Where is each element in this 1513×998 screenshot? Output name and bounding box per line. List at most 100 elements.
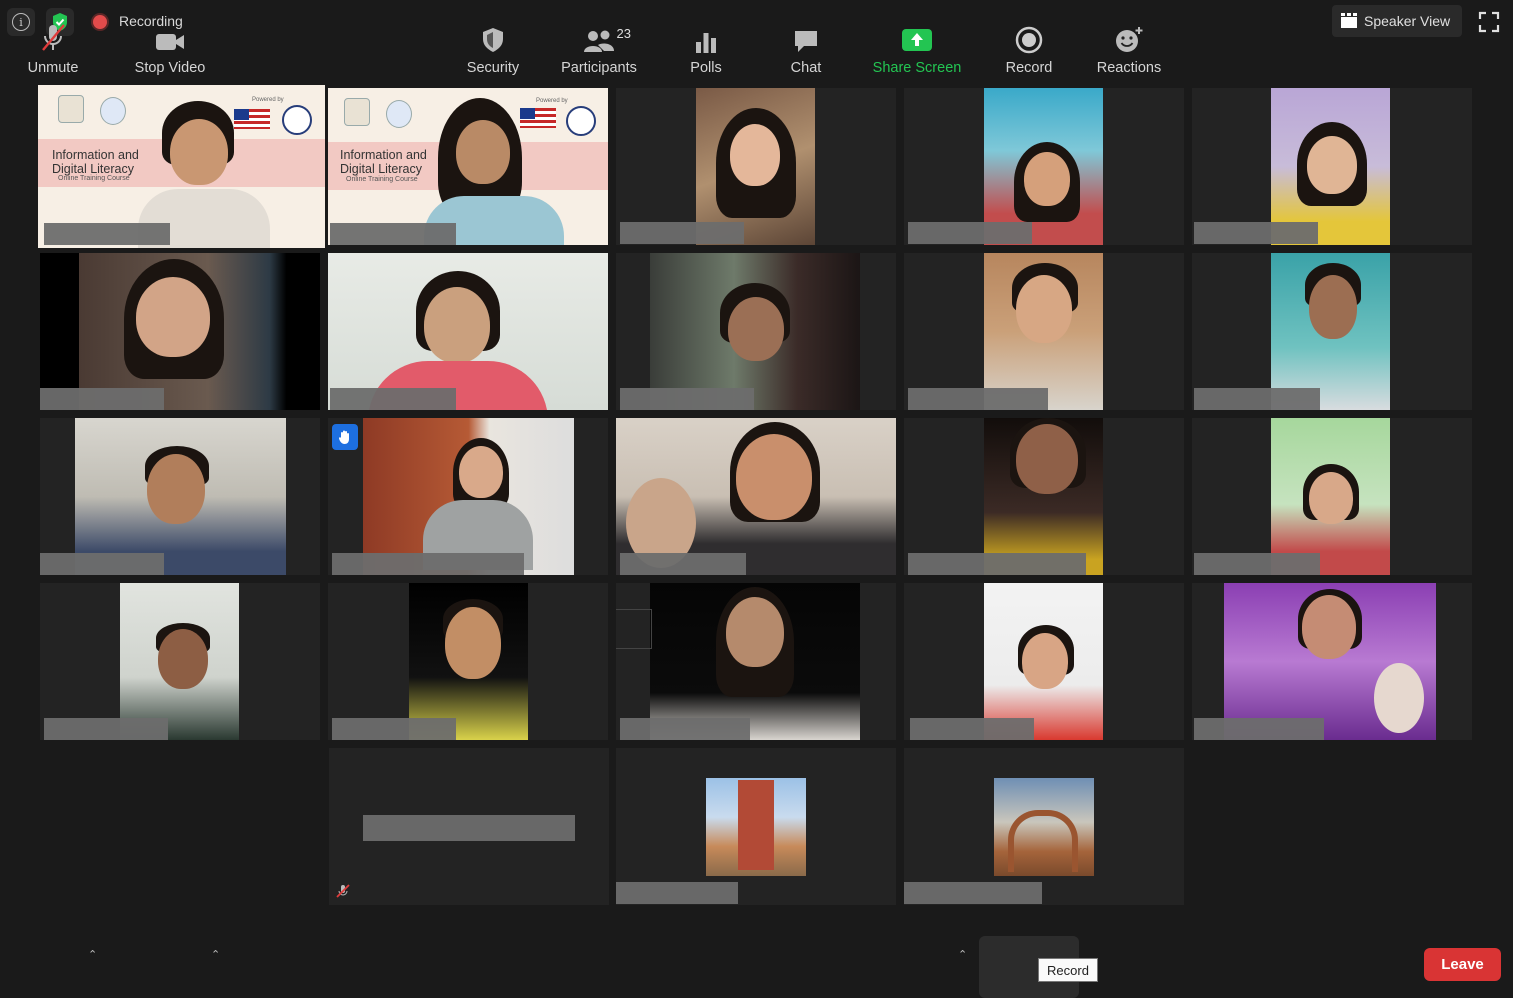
participants-count-badge: 23 [616, 26, 631, 41]
stop-video-label: Stop Video [134, 60, 206, 76]
video-tile-participant[interactable] [904, 88, 1184, 245]
participant-name-plate [1194, 388, 1320, 410]
participants-label: Participants [561, 60, 637, 76]
video-tile-participant[interactable] [616, 418, 896, 575]
self-view-placeholder [616, 609, 652, 649]
globe-logo-icon [386, 100, 412, 128]
participant-video [984, 253, 1103, 410]
participant-video [328, 253, 608, 410]
video-tile-participant[interactable] [616, 583, 896, 740]
participant-name-plate [910, 718, 1034, 740]
participant-video [650, 583, 860, 740]
participant-name-plate [1194, 222, 1318, 244]
presentation-banner: Powered by Information and Digital Liter… [328, 88, 608, 245]
video-tile-participant[interactable] [1192, 253, 1472, 410]
participant-video [120, 583, 239, 740]
profile-picture [994, 778, 1094, 876]
video-tile-participant[interactable] [40, 583, 320, 740]
banner-title: Information and Digital Literacy [52, 148, 139, 176]
share-screen-button[interactable]: Share Screen [868, 0, 966, 78]
video-tile-participant[interactable] [904, 253, 1184, 410]
participant-video [75, 418, 286, 575]
raised-hand-icon [338, 430, 349, 444]
video-tile-participant[interactable] [40, 418, 320, 575]
reactions-smiley-icon [1116, 27, 1143, 52]
us-flag-icon [234, 109, 270, 129]
participant-name-plate [620, 388, 754, 410]
meeting-toolbar [0, 920, 1513, 998]
participants-button[interactable]: 23 Participants [556, 0, 642, 78]
top-bar: i Recording Speaker View [0, 0, 1513, 44]
polls-button[interactable]: Polls [680, 0, 732, 78]
video-tile-participant[interactable] [904, 583, 1184, 740]
mic-muted-icon [336, 884, 350, 898]
participant-video [40, 253, 320, 410]
video-tile-participant[interactable] [1192, 583, 1472, 740]
participant-name-plate [908, 388, 1048, 410]
video-tile-participant-photo[interactable] [616, 748, 896, 905]
audio-options-caret[interactable]: ⌃ [88, 948, 97, 961]
participant-name-plate [908, 222, 1032, 244]
video-tile-participant[interactable] [328, 418, 608, 575]
powered-by-label: Powered by [252, 97, 284, 103]
participants-icon [584, 30, 614, 52]
video-tile-participant[interactable] [40, 253, 320, 410]
participant-name-plate [620, 222, 744, 244]
participant-video [616, 418, 896, 575]
participant-video [650, 253, 860, 410]
powered-by-label: Powered by [536, 98, 568, 104]
participant-name-plate [330, 223, 456, 245]
video-tile-participant[interactable] [1192, 418, 1472, 575]
video-tile-participant[interactable] [328, 583, 608, 740]
video-tile-participant[interactable] [616, 253, 896, 410]
share-options-caret[interactable]: ⌃ [958, 948, 967, 961]
video-tile-participant[interactable] [1192, 88, 1472, 245]
participant-video [984, 418, 1103, 575]
reactions-label: Reactions [1096, 60, 1162, 76]
speaker-view-label: Speaker View [1364, 13, 1451, 29]
security-button[interactable]: Security [462, 0, 524, 78]
video-tile-presenter-2[interactable]: Powered by Information and Digital Liter… [328, 88, 608, 245]
video-tile-presenter-1[interactable]: Powered by Information and Digital Liter… [38, 85, 325, 248]
participant-video [1271, 253, 1390, 410]
participant-video [984, 583, 1103, 740]
chat-button[interactable]: Chat [780, 0, 832, 78]
video-options-caret[interactable]: ⌃ [211, 948, 220, 961]
chat-bubble-icon [795, 31, 817, 52]
mic-muted-icon [42, 24, 65, 51]
participant-video [409, 583, 528, 740]
speaker-view-button[interactable]: Speaker View [1332, 5, 1462, 37]
record-button[interactable]: Record [1000, 0, 1058, 78]
video-tile-participant-photo[interactable] [904, 748, 1184, 905]
record-label: Record [1005, 60, 1053, 76]
video-camera-icon [156, 34, 184, 50]
banner-subtitle: Online Training Course [58, 175, 130, 182]
share-screen-arrow-icon [902, 29, 932, 51]
unmute-button[interactable]: Unmute [22, 0, 84, 78]
state-dept-seal-icon [566, 106, 596, 136]
profile-picture [706, 778, 806, 876]
fullscreen-icon[interactable] [1478, 11, 1500, 33]
video-tile-participant-no-video[interactable] [329, 748, 609, 905]
participant-video [363, 418, 574, 575]
participant-name-plate [40, 553, 164, 575]
participant-name-plate [620, 553, 746, 575]
banner-subtitle: Online Training Course [346, 176, 418, 183]
video-tile-participant[interactable] [904, 418, 1184, 575]
participant-video [1224, 583, 1436, 740]
participant-name-plate [330, 388, 456, 410]
participant-face [170, 119, 228, 185]
participant-video [1271, 418, 1390, 575]
participant-name-plate [620, 718, 750, 740]
leave-meeting-button[interactable]: Leave [1424, 948, 1501, 981]
participant-name-plate [1194, 718, 1324, 740]
video-tile-participant[interactable] [616, 88, 896, 245]
reactions-button[interactable]: Reactions [1094, 0, 1164, 78]
security-label: Security [466, 60, 520, 76]
stop-video-button[interactable]: Stop Video [128, 0, 212, 78]
polls-bar-chart-icon [696, 33, 716, 53]
video-tile-participant[interactable] [328, 253, 608, 410]
logo-icon [58, 95, 84, 123]
raise-hand-indicator [332, 424, 358, 450]
participant-name-plate [363, 815, 575, 841]
